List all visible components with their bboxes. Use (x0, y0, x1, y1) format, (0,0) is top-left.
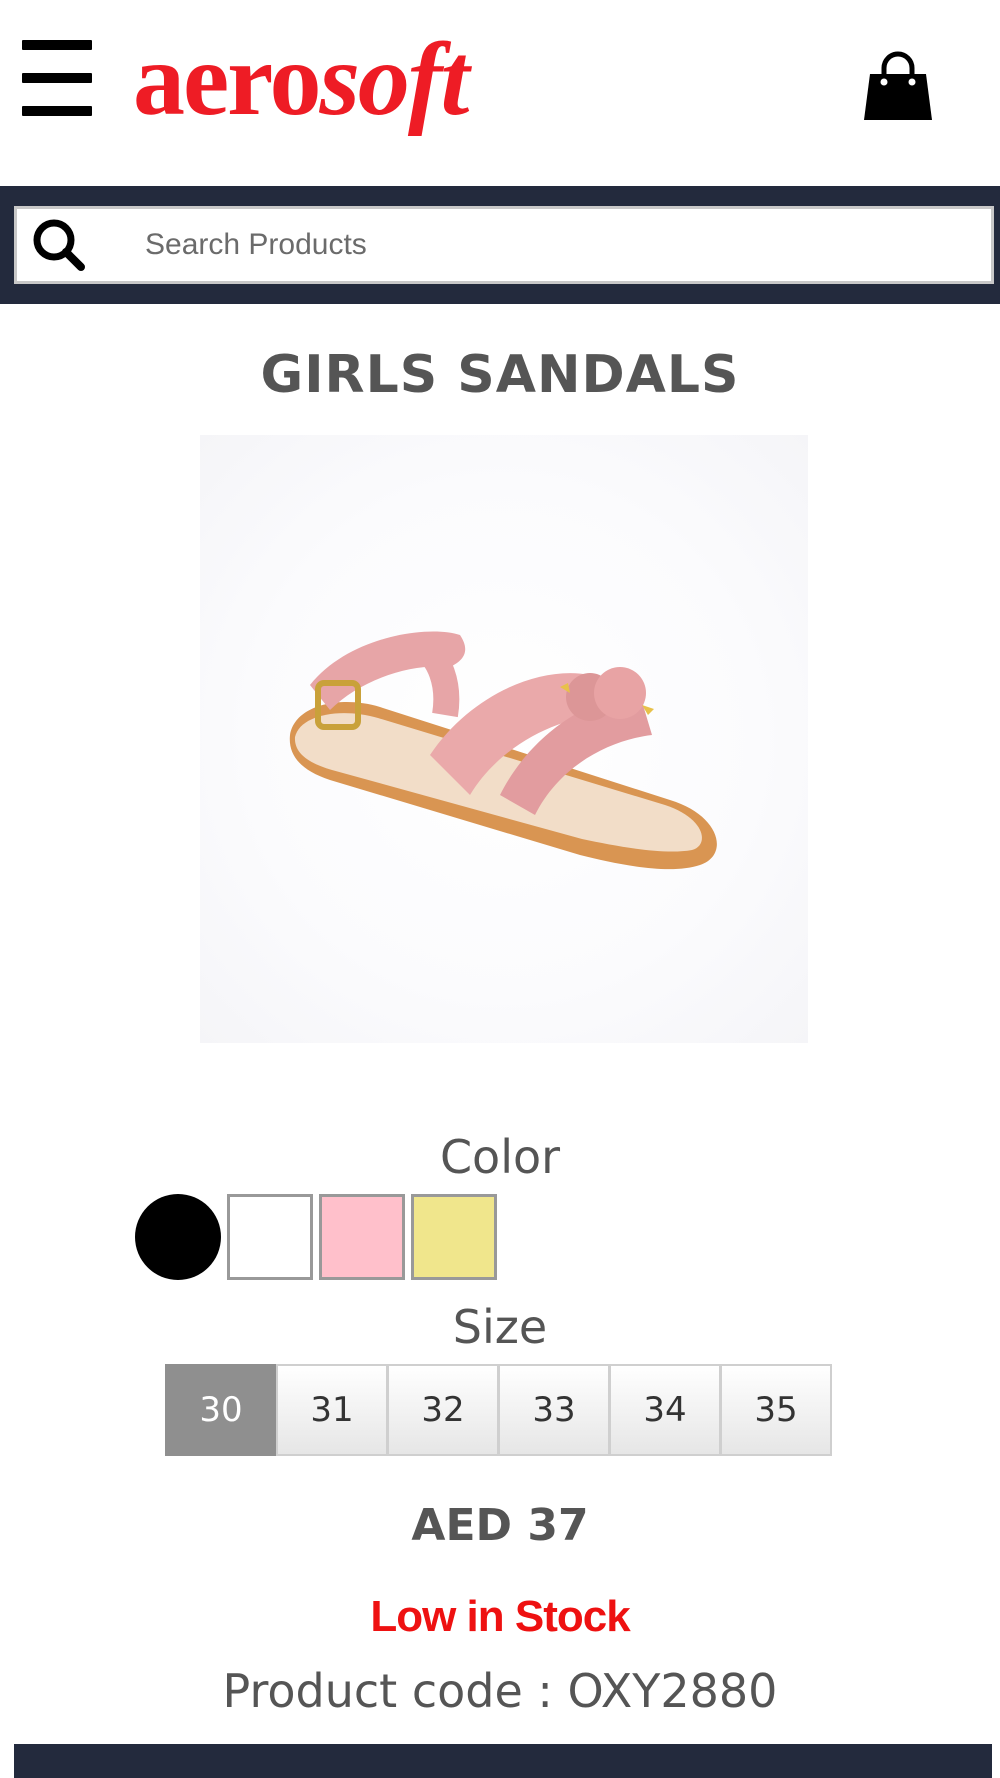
aerosoft-logo[interactable]: aero soft (133, 20, 469, 140)
search-icon[interactable] (29, 215, 89, 275)
header: aero soft (0, 0, 1000, 186)
logo-text-main: aero (133, 22, 321, 137)
size-selector: 30 31 32 33 34 35 (165, 1364, 832, 1456)
menu-bar (22, 73, 92, 83)
product-image[interactable] (200, 435, 808, 1043)
color-swatch-pink[interactable] (319, 1194, 405, 1280)
product-price: AED 37 (411, 1500, 589, 1551)
product-title: GIRLS SANDALS (260, 345, 740, 405)
logo-text-italic: soft (319, 22, 469, 137)
hamburger-menu-icon[interactable] (22, 40, 92, 118)
menu-bar (22, 106, 92, 116)
size-option-34[interactable]: 34 (609, 1364, 721, 1456)
color-swatch-black[interactable] (135, 1194, 221, 1280)
color-swatch-white[interactable] (227, 1194, 313, 1280)
shopping-bag-icon[interactable] (862, 50, 934, 122)
size-option-30[interactable]: 30 (165, 1364, 277, 1456)
size-option-33[interactable]: 33 (498, 1364, 610, 1456)
menu-bar (22, 40, 92, 50)
size-label: Size (452, 1300, 548, 1354)
size-option-31[interactable]: 31 (276, 1364, 388, 1456)
color-label: Color (439, 1130, 561, 1184)
footer-bar (14, 1744, 992, 1778)
size-option-35[interactable]: 35 (720, 1364, 832, 1456)
product-code: Product code : OXY2880 (222, 1664, 778, 1718)
size-option-32[interactable]: 32 (387, 1364, 499, 1456)
search-input[interactable] (145, 215, 991, 275)
color-swatch-khaki[interactable] (411, 1194, 497, 1280)
color-swatches (135, 1194, 497, 1280)
search-box[interactable] (14, 206, 994, 284)
sandal-illustration (289, 631, 717, 870)
search-bar (0, 186, 1000, 304)
stock-status: Low in Stock (370, 1592, 630, 1641)
